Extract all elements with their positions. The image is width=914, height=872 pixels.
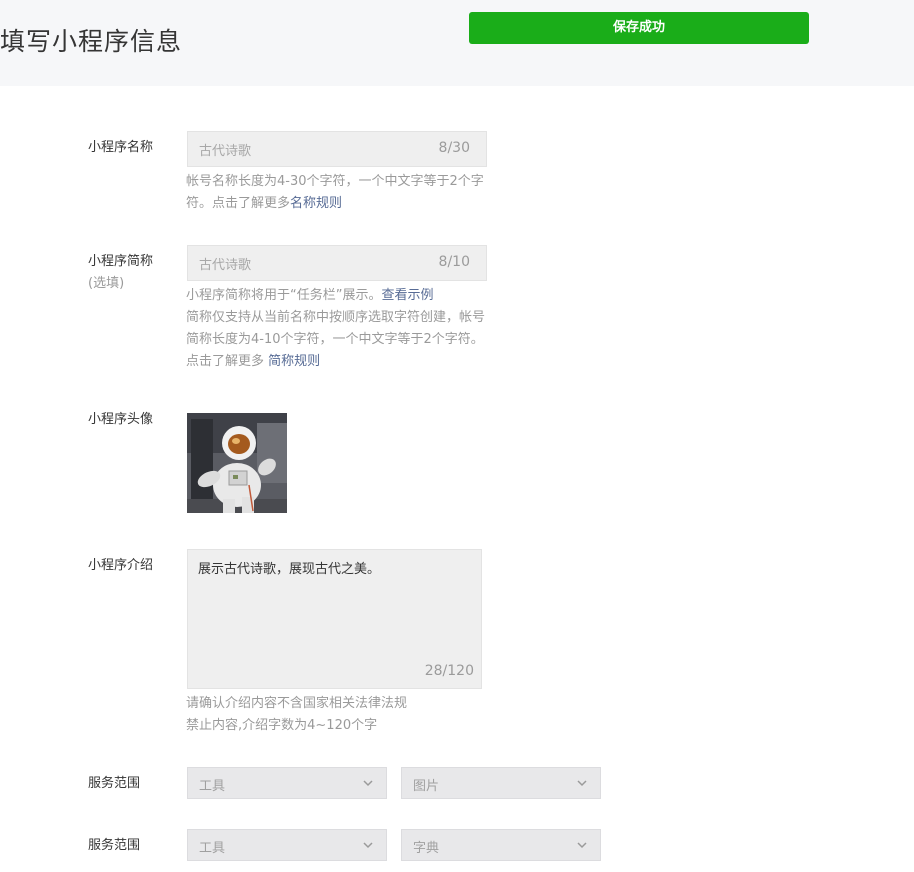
page-header: 填写小程序信息 保存成功 [0, 0, 914, 86]
service-subcategory-value: 字典 [413, 841, 440, 856]
name-hint: 帐号名称长度为4-30个字符，一个中文字等于2个字符。点击了解更多名称规则 [186, 171, 486, 215]
name-rules-link[interactable]: 名称规则 [290, 196, 342, 211]
chevron-down-icon [363, 842, 373, 849]
name-input-value: 古代诗歌 [199, 144, 252, 159]
intro-label: 小程序介绍 [88, 558, 154, 573]
intro-hint-line1: 请确认介绍内容不含国家相关法律法规 [186, 696, 408, 711]
short-name-hint: 小程序简称将用于“任务栏”展示。查看示例 简称仅支持从当前名称中按顺序选取字符创… [186, 285, 486, 373]
chevron-down-icon [577, 780, 587, 787]
intro-textarea-value: 展示古代诗歌，展现古代之美。 [198, 562, 381, 577]
service-subcategory-select[interactable]: 字典 [401, 829, 601, 861]
short-name-hint-line2: 简称仅支持从当前名称中按顺序选取字符创建，帐号简称长度为4-10个字符，一个中文… [186, 310, 486, 369]
service-category-value: 工具 [199, 841, 226, 856]
avatar-image[interactable] [187, 413, 287, 513]
save-success-toast: 保存成功 [469, 12, 809, 44]
astronaut-image [187, 413, 287, 513]
short-name-label: 小程序简称 (选填) [88, 251, 153, 295]
name-label: 小程序名称 [88, 140, 154, 155]
service-category-value: 工具 [199, 779, 226, 794]
short-name-input[interactable]: 古代诗歌 8/10 [187, 245, 487, 281]
service-category-select[interactable]: 工具 [187, 829, 387, 861]
short-name-input-value: 古代诗歌 [199, 258, 252, 273]
avatar-label: 小程序头像 [88, 412, 154, 427]
optional-tag: (选填) [88, 276, 125, 291]
service-subcategory-value: 图片 [413, 779, 440, 794]
intro-hint-line2: 禁止内容,介绍字数为4~120个字 [186, 718, 378, 733]
service-scope-label: 服务范围 [88, 776, 141, 791]
short-name-rules-link[interactable]: 简称规则 [268, 354, 320, 369]
service-scope-label: 服务范围 [88, 838, 141, 853]
name-char-count: 8/30 [438, 140, 470, 156]
intro-char-count: 28/120 [424, 663, 474, 679]
short-name-hint-line1: 小程序简称将用于“任务栏”展示。 [186, 288, 382, 303]
short-name-label-text: 小程序简称 [88, 254, 154, 269]
intro-hint: 请确认介绍内容不含国家相关法律法规 禁止内容,介绍字数为4~120个字 [186, 693, 486, 737]
name-input[interactable]: 古代诗歌 8/30 [187, 131, 487, 167]
chevron-down-icon [577, 842, 587, 849]
short-name-char-count: 8/10 [438, 254, 470, 270]
chevron-down-icon [363, 780, 373, 787]
service-subcategory-select[interactable]: 图片 [401, 767, 601, 799]
intro-textarea[interactable]: 展示古代诗歌，展现古代之美。 28/120 [187, 549, 482, 689]
view-example-link[interactable]: 查看示例 [381, 288, 433, 303]
service-category-select[interactable]: 工具 [187, 767, 387, 799]
page-title: 填写小程序信息 [0, 27, 183, 56]
